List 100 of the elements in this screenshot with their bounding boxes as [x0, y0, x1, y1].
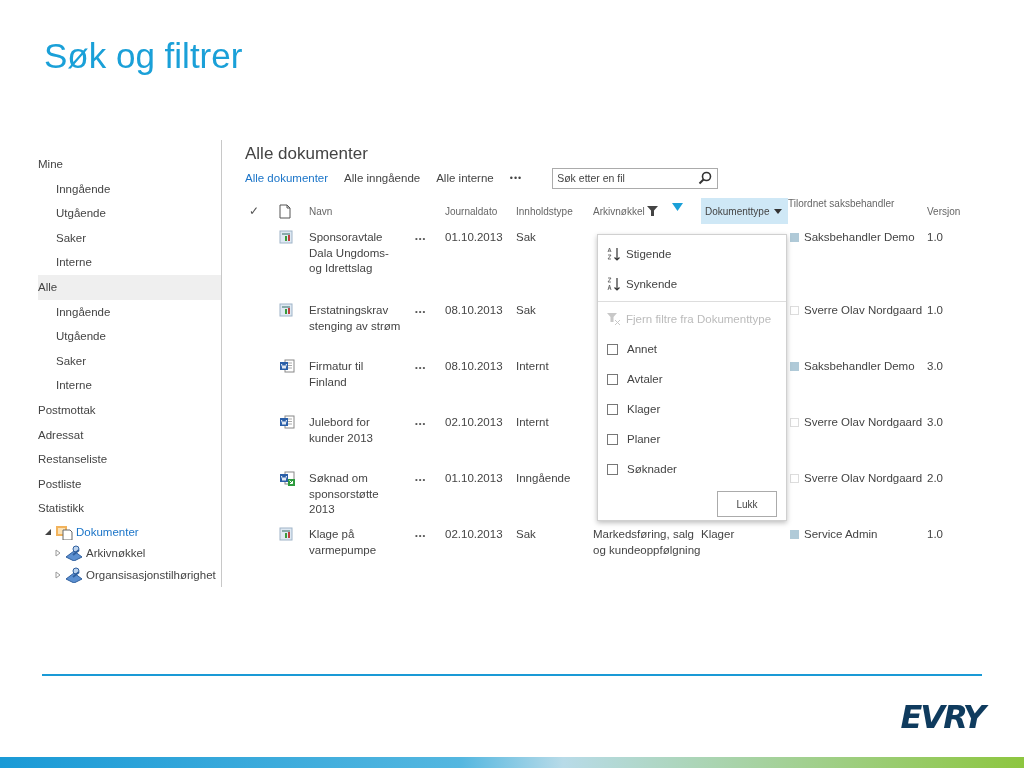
nav-item[interactable]: Mine — [38, 152, 221, 177]
tree-item[interactable]: Organsisasjonstilhørighet — [86, 568, 216, 581]
option-label: Klager — [627, 403, 661, 415]
checkbox[interactable] — [607, 433, 618, 445]
option-label: Avtaler — [627, 373, 663, 385]
more-button[interactable]: ••• — [415, 419, 427, 428]
slide-title: Søk og filtrer — [44, 35, 243, 77]
caret-icon — [774, 208, 783, 214]
menu-item[interactable]: Stigende — [598, 239, 786, 269]
table-cell-text: Internt — [516, 359, 549, 374]
table-cell-text: 1.0 — [927, 303, 943, 318]
checkbox[interactable] — [607, 373, 618, 385]
tree-item[interactable]: Arkivnøkkel — [86, 547, 146, 560]
word-document-icon — [279, 415, 295, 429]
page-icon — [279, 230, 293, 244]
column-header[interactable]: Innholdstype — [516, 198, 593, 224]
tag-icon — [65, 566, 83, 583]
tag-icon — [65, 545, 83, 562]
nav-item[interactable]: Restanseliste — [38, 447, 221, 472]
document-name[interactable]: Firmatur til Finland — [309, 359, 401, 390]
nav-item[interactable]: Saker — [38, 225, 221, 251]
table-cell-text: Sverre Olav Nordgaard — [804, 415, 923, 430]
view-title: Alle dokumenter — [245, 143, 368, 164]
column-header[interactable]: Versjon — [927, 198, 977, 224]
tree-item[interactable]: Dokumenter — [76, 525, 139, 538]
nav-item[interactable]: Saker — [38, 348, 221, 374]
close-button[interactable]: Lukk — [717, 491, 777, 517]
column-header[interactable]: Tilordnet saksbehandler — [788, 198, 927, 224]
nav-item[interactable]: Inngående — [38, 176, 221, 202]
table-cell-text: 08.10.2013 — [445, 303, 503, 318]
view-link[interactable]: Alle interne — [436, 172, 494, 184]
expand-icon[interactable] — [54, 549, 62, 558]
triangle-icon — [672, 203, 683, 211]
table-cell-text: 3.0 — [927, 415, 943, 430]
table-cell-text: Sak — [516, 230, 536, 245]
column-header[interactable]: Navn — [309, 198, 401, 224]
nav-item[interactable]: Utgående — [38, 324, 221, 349]
table-cell-text: Saksbehandler Demo — [804, 230, 915, 245]
table-cell-text: Internt — [516, 415, 549, 430]
document-icon — [279, 203, 291, 219]
table-cell-text: 2.0 — [927, 471, 943, 486]
table-cell-text: Sverre Olav Nordgaard — [804, 471, 923, 486]
table-cell-text: 02.10.2013 — [445, 415, 503, 430]
checkbox[interactable] — [607, 463, 618, 475]
option-label: Søknader — [627, 463, 677, 475]
menu-item[interactable]: Synkende — [598, 269, 786, 299]
document-name[interactable]: Søknad om sponsorstøtte 2013 — [309, 471, 401, 518]
document-name[interactable]: Klage på varmepumpe — [309, 527, 401, 558]
nav-item[interactable]: Interne — [38, 250, 221, 275]
table-cell-text: 3.0 — [927, 359, 943, 374]
table-cell-text: 01.10.2013 — [445, 471, 503, 486]
more-button[interactable]: ••• — [415, 363, 427, 372]
checkbox[interactable] — [607, 403, 618, 415]
sort-ascending-icon — [607, 247, 621, 261]
sort-descending-icon — [607, 277, 621, 291]
table-cell-text: Saksbehandler Demo — [804, 359, 915, 374]
option-label: Annet — [627, 343, 658, 355]
nav-item[interactable]: Adressat — [38, 422, 221, 448]
view-link[interactable]: Alle inngående — [344, 172, 421, 184]
clear-filter-icon — [607, 312, 621, 326]
more-button[interactable]: ••• — [415, 475, 427, 484]
nav-item[interactable]: Alle — [38, 274, 221, 300]
column-header[interactable]: Arkivnøkkel — [593, 198, 701, 224]
select-all-checkmark[interactable]: ✓ — [245, 198, 275, 224]
more-button[interactable]: ••• — [415, 531, 427, 540]
nav-item[interactable]: Statistikk — [38, 496, 221, 521]
table-cell-text: Inngående — [516, 471, 571, 486]
collapse-icon[interactable] — [44, 527, 52, 536]
column-header[interactable]: Journaldato — [445, 198, 516, 224]
library-icon — [55, 523, 73, 540]
option-label: Planer — [627, 433, 661, 445]
checkbox[interactable] — [607, 343, 618, 355]
table-cell-text: 01.10.2013 — [445, 230, 503, 245]
view-link[interactable]: Alle dokumenter — [245, 172, 329, 184]
expand-icon[interactable] — [54, 570, 62, 579]
word-document-icon — [279, 471, 295, 486]
table-cell-text: 08.10.2013 — [445, 359, 503, 374]
table-cell-text: Service Admin — [804, 527, 878, 542]
page-icon — [279, 527, 293, 541]
column-header[interactable]: Dokumenttype — [701, 198, 788, 224]
word-document-icon — [279, 359, 295, 373]
nav-item[interactable]: Postliste — [38, 471, 221, 497]
table-cell-text: Sverre Olav Nordgaard — [804, 303, 923, 318]
table-cell-text: Sak — [516, 303, 536, 318]
document-name[interactable]: Julebord for kunder 2013 — [309, 415, 401, 446]
more-button[interactable]: ••• — [415, 307, 427, 316]
more-button[interactable]: ••• — [415, 234, 427, 243]
table-cell-text: 02.10.2013 — [445, 527, 503, 542]
nav-item[interactable]: Utgående — [38, 201, 221, 226]
table-cell-text: 1.0 — [927, 230, 943, 245]
search-field[interactable]: Søk etter en fil — [552, 167, 719, 189]
table-cell-text: Sak — [516, 527, 536, 542]
nav-item[interactable]: Inngående — [38, 299, 221, 325]
page-icon — [279, 303, 293, 317]
nav-item[interactable]: Postmottak — [38, 397, 221, 423]
table-cell-text: 1.0 — [927, 527, 943, 542]
more-button[interactable]: ••• — [509, 173, 523, 183]
nav-item[interactable]: Interne — [38, 373, 221, 398]
document-name[interactable]: Sponsoravtale Dala Ungdoms- og Idrettslag — [309, 230, 401, 277]
document-name[interactable]: Erstatningskrav stenging av strøm — [309, 303, 401, 334]
